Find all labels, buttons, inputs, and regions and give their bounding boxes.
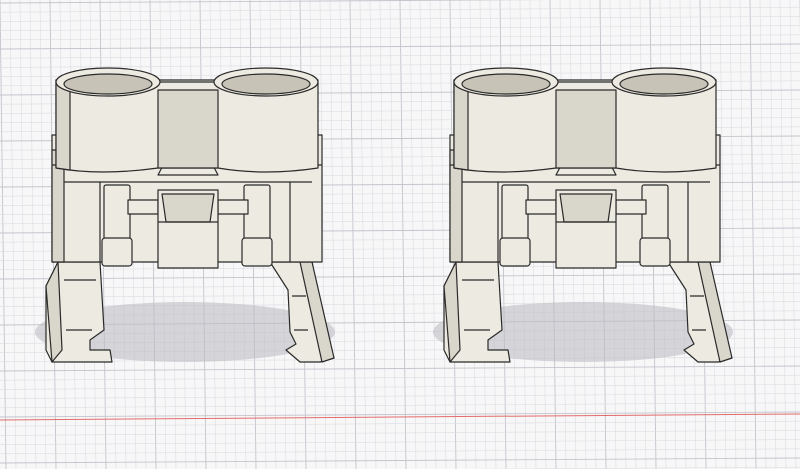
left-part[interactable] (34, 67, 336, 363)
right-part[interactable] (432, 67, 734, 363)
model-view[interactable] (0, 0, 800, 469)
cad-viewport[interactable] (0, 0, 800, 469)
